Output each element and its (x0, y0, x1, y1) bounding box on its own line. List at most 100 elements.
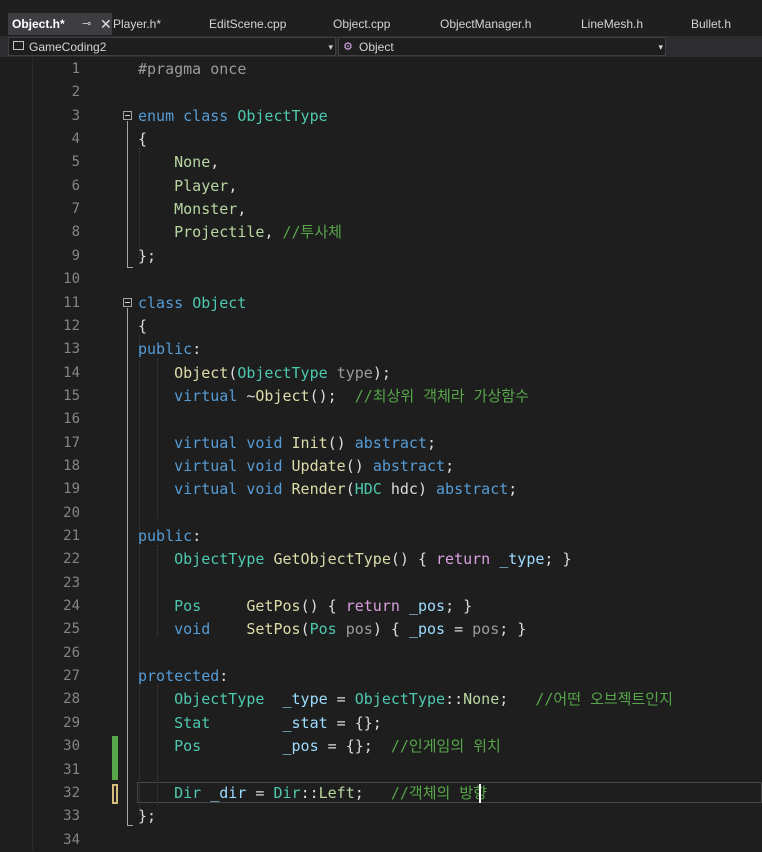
code-text[interactable]: public: (138, 525, 201, 548)
code-text[interactable]: Stat _stat = {}; (138, 712, 382, 735)
code-token: ; (445, 456, 455, 475)
tab-player-h[interactable]: Player.h* (113, 13, 203, 35)
tab-editscene-cpp[interactable]: EditScene.cpp (209, 13, 319, 35)
line-number: 4 (71, 131, 80, 148)
code-text[interactable]: { (138, 128, 147, 151)
code-line[interactable]: 32 Dir _dir = Dir::Left; //객체의 방향 (0, 782, 762, 805)
code-line[interactable]: 12 { (0, 315, 762, 338)
tab-label: LineMesh.h (581, 17, 644, 31)
code-text[interactable]: Monster, (138, 198, 246, 221)
code-editor[interactable]: 1 #pragma once 2 3 enum class ObjectType 4{5 … (0, 58, 762, 851)
code-line[interactable]: 28 ObjectType _type = ObjectType::None; … (0, 688, 762, 711)
code-text[interactable]: Pos _pos = {}; //인게임의 위치 (138, 735, 501, 758)
scope-dropdown[interactable]: ⚙ Object ▾ (338, 37, 666, 56)
code-token: Monster (174, 200, 238, 219)
line-number: 13 (63, 341, 80, 358)
code-line[interactable]: 20 (0, 502, 762, 525)
code-token: : (192, 340, 202, 359)
code-line[interactable]: 34 (0, 829, 762, 852)
code-line[interactable]: 3 enum class ObjectType (0, 105, 762, 128)
code-line[interactable]: 18 virtual void Update() abstract; (0, 455, 762, 478)
code-line[interactable]: 17 virtual void Init() abstract; (0, 432, 762, 455)
code-text[interactable]: Object(ObjectType type); (138, 362, 391, 385)
code-token: ObjectType (237, 106, 328, 125)
code-line[interactable]: 24 Pos GetPos() { return _pos; } (0, 595, 762, 618)
code-line[interactable]: 10 (0, 268, 762, 291)
code-line[interactable]: 7 Monster, (0, 198, 762, 221)
tab-bullet-h[interactable]: Bullet.h (691, 13, 761, 35)
code-text[interactable]: enum class ObjectType (138, 105, 328, 128)
line-number: 1 (71, 61, 80, 77)
code-token: //투사체 (282, 223, 342, 242)
code-line[interactable]: 31 (0, 759, 762, 782)
code-text[interactable]: protected: (138, 665, 228, 688)
code-token: virtual void (174, 456, 292, 475)
code-text[interactable]: Pos GetPos() { return _pos; } (138, 595, 472, 618)
tab-object-h[interactable]: Object.h* ⊸ ✕ (8, 13, 112, 35)
code-line[interactable]: 5 None, (0, 151, 762, 174)
code-line[interactable]: 8 Projectile, //투사체 (0, 221, 762, 244)
code-text[interactable]: Dir _dir = Dir::Left; //객체의 방향 (138, 782, 487, 805)
code-token: pos (472, 620, 500, 639)
code-text[interactable]: public: (138, 338, 201, 361)
code-token: Projectile (174, 223, 265, 242)
tab-object-cpp[interactable]: Object.cpp (333, 13, 433, 35)
tab-label: ObjectManager.h (440, 17, 532, 31)
code-text[interactable]: virtual ~Object(); //최상위 객체라 가상함수 (138, 385, 529, 408)
code-text[interactable]: void SetPos(Pos pos) { _pos = pos; } (138, 618, 526, 641)
code-text[interactable]: { (138, 315, 147, 338)
code-token: }; (138, 246, 157, 265)
code-text[interactable]: #pragma once (138, 58, 246, 81)
code-line[interactable]: 13 public: (0, 338, 762, 361)
code-line[interactable]: 25 void SetPos(Pos pos) { _pos = pos; } (0, 618, 762, 641)
code-token: Pos (174, 737, 202, 756)
code-line[interactable]: 19 virtual void Render(HDC hdc) abstract… (0, 478, 762, 501)
code-line[interactable]: 14 Object(ObjectType type); (0, 362, 762, 385)
code-line[interactable]: 30 Pos _pos = {}; //인게임의 위치 (0, 735, 762, 758)
code-token: virtual void (174, 433, 292, 452)
code-line[interactable]: 1 #pragma once (0, 58, 762, 81)
code-line[interactable]: 22 ObjectType GetObjectType() { return _… (0, 548, 762, 571)
code-line[interactable]: 2 (0, 81, 762, 104)
code-line[interactable]: 15 virtual ~Object(); //최상위 객체라 가상함수 (0, 385, 762, 408)
code-line[interactable]: 4{ (0, 128, 762, 151)
code-text[interactable]: virtual void Render(HDC hdc) abstract; (138, 478, 517, 501)
code-line[interactable]: 29 Stat _stat = {}; (0, 712, 762, 735)
chevron-down-icon: ▾ (658, 42, 663, 52)
code-text[interactable]: virtual void Update() abstract; (138, 455, 454, 478)
code-text[interactable]: }; (138, 805, 156, 828)
line-number: 16 (63, 411, 80, 428)
code-text[interactable]: }; (138, 245, 156, 268)
code-text[interactable]: ObjectType GetObjectType() { return _typ… (138, 548, 571, 571)
code-line[interactable]: 16 (0, 408, 762, 431)
code-line[interactable]: 21 public: (0, 525, 762, 548)
code-line[interactable]: 6 Player, (0, 175, 762, 198)
line-number: 29 (63, 714, 80, 731)
code-line[interactable]: 27 protected: (0, 665, 762, 688)
code-line[interactable]: 9}; (0, 245, 762, 268)
line-number: 14 (63, 364, 80, 381)
tab-label: EditScene.cpp (209, 17, 287, 31)
code-line[interactable]: 26 (0, 642, 762, 665)
tab-objectmanager-h[interactable]: ObjectManager.h (440, 13, 570, 35)
code-token: ; (508, 480, 518, 499)
code-line[interactable]: 23 (0, 572, 762, 595)
code-token: Object (192, 293, 247, 312)
code-text[interactable]: None, (138, 151, 219, 174)
code-text[interactable]: Projectile, //투사체 (138, 221, 342, 244)
code-text[interactable]: class Object (138, 292, 246, 315)
code-line[interactable]: 33}; (0, 805, 762, 828)
code-token: //객체의 방향 (390, 783, 487, 802)
code-text[interactable]: Player, (138, 175, 237, 198)
tab-linemesh-h[interactable]: LineMesh.h (581, 13, 681, 35)
project-dropdown[interactable]: GameCoding2 ▾ (8, 37, 336, 56)
pin-icon[interactable]: ⊸ (82, 13, 91, 35)
close-icon[interactable]: ✕ (100, 13, 112, 35)
code-text[interactable]: virtual void Init() abstract; (138, 432, 436, 455)
code-text[interactable]: ObjectType _type = ObjectType::None; //어… (138, 688, 673, 711)
code-line[interactable]: 11 class Object (0, 292, 762, 315)
